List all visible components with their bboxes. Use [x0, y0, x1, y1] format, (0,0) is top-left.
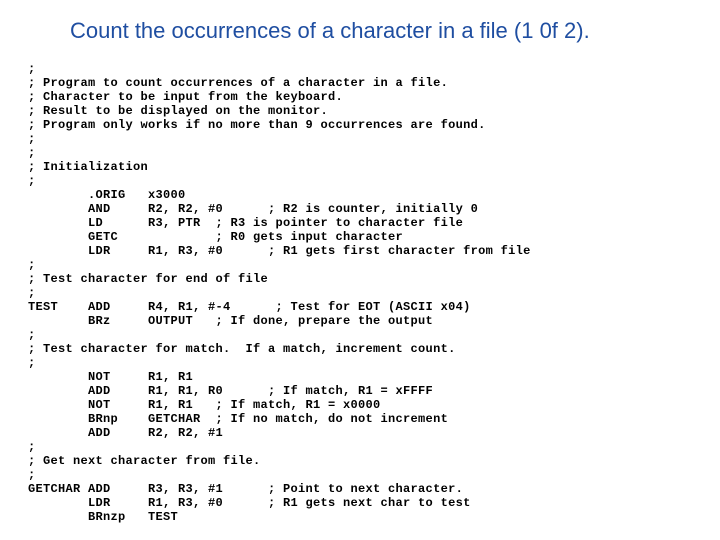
code-listing: ; ; Program to count occurrences of a ch… [0, 48, 720, 524]
slide-title: Count the occurrences of a character in … [0, 0, 720, 48]
